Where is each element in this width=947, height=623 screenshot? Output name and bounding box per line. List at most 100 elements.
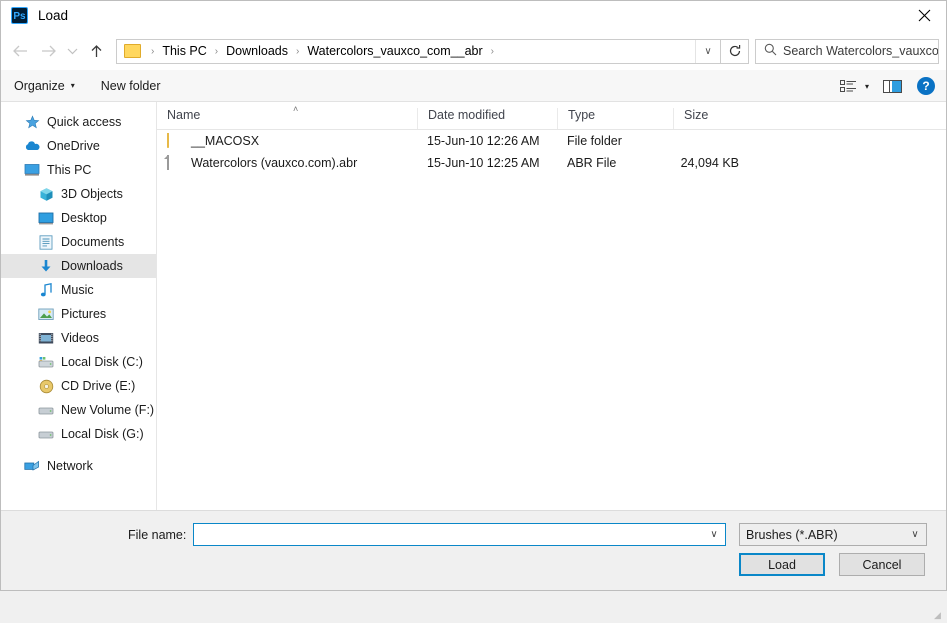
sidebar-label: Videos <box>61 331 99 345</box>
video-film-icon <box>38 330 54 346</box>
help-icon: ? <box>917 77 935 95</box>
file-type-filter-value: Brushes (*.ABR) <box>746 527 838 542</box>
organize-label: Organize <box>14 78 65 93</box>
breadcrumb-separator: › <box>214 45 219 57</box>
sidebar-item-pictures[interactable]: Pictures <box>0 302 156 326</box>
up-button[interactable] <box>82 37 110 65</box>
sidebar-item-this-pc[interactable]: This PC <box>0 158 156 182</box>
sidebar-item-videos[interactable]: Videos <box>0 326 156 350</box>
sidebar-label: CD Drive (E:) <box>61 379 136 393</box>
breadcrumb-separator: › <box>151 45 155 57</box>
chevron-down-icon[interactable]: ∨ <box>703 529 725 540</box>
sidebar-item-network[interactable]: Network <box>0 454 156 478</box>
table-row[interactable]: Watercolors (vauxco.com).abr 15-Jun-10 1… <box>157 152 947 174</box>
sidebar-item-documents[interactable]: Documents <box>0 230 156 254</box>
column-headers: Name Date modified Type Size ˄ <box>157 102 947 130</box>
sidebar-item-downloads[interactable]: Downloads <box>0 254 156 278</box>
file-date-cell: 15-Jun-10 12:25 AM <box>427 156 540 170</box>
file-date-cell: 15-Jun-10 12:26 AM <box>427 134 540 148</box>
recent-locations-button[interactable] <box>62 37 82 65</box>
resize-grip[interactable]: ◢ <box>934 611 944 621</box>
sidebar-item-music[interactable]: Music <box>0 278 156 302</box>
sidebar-item-desktop[interactable]: Desktop <box>0 206 156 230</box>
photoshop-app-icon: Ps <box>11 7 28 24</box>
file-type-cell: ABR File <box>567 156 617 170</box>
sidebar-label: Pictures <box>61 307 107 321</box>
cd-drive-icon <box>38 378 54 394</box>
new-folder-label: New folder <box>100 78 161 93</box>
sidebar-label: Local Disk (C:) <box>61 355 143 369</box>
desktop-icon <box>38 210 54 226</box>
command-bar: Organize ▾ New folder ▾ ? <box>0 70 947 102</box>
file-type-filter-dropdown[interactable]: Brushes (*.ABR) ∨ <box>739 523 927 546</box>
refresh-icon <box>729 45 740 57</box>
close-icon <box>918 9 930 22</box>
sidebar-label: Desktop <box>61 211 107 225</box>
forward-arrow-icon <box>41 45 56 57</box>
download-arrow-icon <box>38 258 54 274</box>
column-header-size[interactable]: Size <box>673 108 753 129</box>
organize-button[interactable]: Organize ▾ <box>14 79 75 93</box>
navigation-bar: › This PC › Downloads › Watercolors_vaux… <box>0 32 947 70</box>
breadcrumb-current-folder[interactable]: Watercolors_vauxco_com__abr <box>305 44 484 58</box>
table-row[interactable]: __MACOSX 15-Jun-10 12:26 AM File folder <box>157 130 947 152</box>
new-folder-button[interactable]: New folder <box>101 79 161 93</box>
command-bar-right-group: ▾ ? <box>826 70 935 102</box>
sidebar-label: Documents <box>61 235 125 249</box>
column-header-name[interactable]: Name <box>157 108 417 129</box>
file-icon <box>167 155 183 171</box>
window-title: Load <box>38 8 69 23</box>
sidebar-item-onedrive[interactable]: OneDrive <box>0 134 156 158</box>
sidebar-item-quick-access[interactable]: Quick access <box>0 110 156 134</box>
drive-icon <box>38 426 54 442</box>
file-type-cell: File folder <box>567 134 622 148</box>
breadcrumb-downloads[interactable]: Downloads <box>224 44 290 58</box>
file-name-cell: Watercolors (vauxco.com).abr <box>157 155 417 171</box>
file-list-pane[interactable]: Name Date modified Type Size ˄ __MACOSX … <box>157 102 947 510</box>
preview-pane-button[interactable] <box>883 79 903 94</box>
system-drive-icon <box>38 354 54 370</box>
sidebar-item-local-disk-c[interactable]: Local Disk (C:) <box>0 350 156 374</box>
change-view-button[interactable]: ▾ <box>839 79 869 94</box>
column-header-type[interactable]: Type <box>557 108 673 129</box>
file-name-cell: __MACOSX <box>157 133 417 149</box>
file-name-text: Watercolors (vauxco.com).abr <box>191 156 358 170</box>
sidebar-label: New Volume (F:) <box>61 403 155 417</box>
refresh-button[interactable] <box>721 38 749 64</box>
sidebar-label: Network <box>47 459 93 473</box>
cancel-button[interactable]: Cancel <box>839 553 925 576</box>
chevron-down-icon: ▾ <box>864 81 869 91</box>
sidebar-label: Quick access <box>47 115 122 129</box>
view-list-icon <box>839 79 856 92</box>
navigation-sidebar[interactable]: Quick access OneDrive This PC 3D Objects… <box>0 102 157 510</box>
sidebar-label: 3D Objects <box>61 187 123 201</box>
title-bar: Ps Load <box>0 0 947 32</box>
sidebar-item-new-volume-f[interactable]: New Volume (F:) <box>0 398 156 422</box>
sidebar-label: Downloads <box>61 259 123 273</box>
folder-icon <box>124 44 141 58</box>
file-name-input[interactable]: ∨ <box>193 523 726 546</box>
sidebar-label: Local Disk (G:) <box>61 427 144 441</box>
chevron-down-icon: ∨ <box>911 529 919 540</box>
forward-button[interactable] <box>34 37 62 65</box>
search-box[interactable]: Search Watercolors_vauxco_... <box>755 38 939 64</box>
pictures-icon <box>38 306 54 322</box>
sidebar-label: OneDrive <box>47 139 100 153</box>
breadcrumb-separator: › <box>490 45 494 57</box>
address-dropdown-button[interactable]: ∨ <box>695 39 720 63</box>
address-bar[interactable]: › This PC › Downloads › Watercolors_vaux… <box>116 38 721 64</box>
breadcrumb-this-pc[interactable]: This PC <box>160 44 208 58</box>
load-button[interactable]: Load <box>739 553 825 576</box>
search-input[interactable]: Search Watercolors_vauxco_... <box>783 44 938 58</box>
column-header-date-modified[interactable]: Date modified <box>417 108 557 129</box>
back-button[interactable] <box>6 37 34 65</box>
help-button[interactable]: ? <box>917 77 935 95</box>
sidebar-item-cd-drive-e[interactable]: CD Drive (E:) <box>0 374 156 398</box>
folder-icon <box>167 133 183 149</box>
close-button[interactable] <box>901 0 947 31</box>
sidebar-item-3d-objects[interactable]: 3D Objects <box>0 182 156 206</box>
up-arrow-icon <box>91 44 101 57</box>
music-note-icon <box>38 282 54 298</box>
sidebar-item-local-disk-g[interactable]: Local Disk (G:) <box>0 422 156 446</box>
